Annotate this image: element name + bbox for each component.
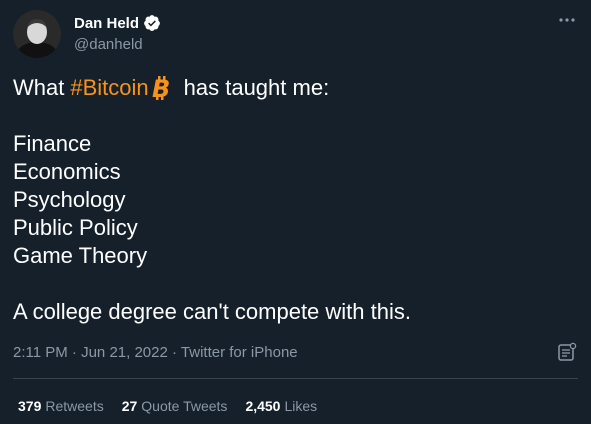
likes-stat[interactable]: 2,450 Likes <box>245 398 317 414</box>
engagement-stats: 379 Retweets 27 Quote Tweets 2,450 Likes <box>18 398 317 414</box>
avatar[interactable] <box>13 10 61 58</box>
retweets-label: Retweets <box>45 398 104 414</box>
likes-label: Likes <box>284 398 318 414</box>
tweet-first-line: What #Bitcoin B has taught me: <box>13 74 330 103</box>
more-options-icon[interactable] <box>557 10 577 30</box>
author-handle[interactable]: @danheld <box>74 36 143 53</box>
topic-item: Psychology <box>13 187 126 212</box>
likes-count: 2,450 <box>245 398 281 414</box>
tweet-date[interactable]: Jun 21, 2022 <box>81 344 168 361</box>
tweet-closing-line: A college degree can't compete with this… <box>13 299 411 324</box>
retweets-stat[interactable]: 379 Retweets <box>18 398 104 414</box>
topic-item: Game Theory <box>13 243 148 268</box>
tweet-lead-text: What <box>13 75 65 100</box>
verified-badge-icon <box>143 14 161 32</box>
hashtag-link[interactable]: #Bitcoin <box>70 74 148 102</box>
tweet-card: Dan Held @danheld What #Bitcoin B has ta… <box>0 0 591 424</box>
meta-separator: · <box>71 344 77 361</box>
author-name-row: Dan Held <box>74 14 161 32</box>
topic-item: Finance <box>13 131 92 156</box>
topic-item: Economics <box>13 159 121 184</box>
tweet-time[interactable]: 2:11 PM <box>13 344 68 361</box>
quote-tweets-label: Quote Tweets <box>141 398 228 414</box>
divider <box>13 378 578 379</box>
tweet-metadata: 2:11 PM · Jun 21, 2022 · Twitter for iPh… <box>13 344 298 361</box>
topics-list: Finance Economics Psychology Public Poli… <box>13 130 147 270</box>
tweet-source[interactable]: Twitter for iPhone <box>181 344 298 361</box>
bitcoin-emoji-icon: B <box>152 75 174 103</box>
topic-item: Public Policy <box>13 215 138 240</box>
display-name[interactable]: Dan Held <box>74 15 139 32</box>
retweets-count: 379 <box>18 398 42 414</box>
meta-separator: · <box>172 344 178 361</box>
quote-tweets-count: 27 <box>121 398 138 414</box>
analytics-icon[interactable] <box>557 342 577 362</box>
quote-tweets-stat[interactable]: 27 Quote Tweets <box>122 398 228 414</box>
tweet-after-icon-text: has taught me: <box>183 75 330 100</box>
